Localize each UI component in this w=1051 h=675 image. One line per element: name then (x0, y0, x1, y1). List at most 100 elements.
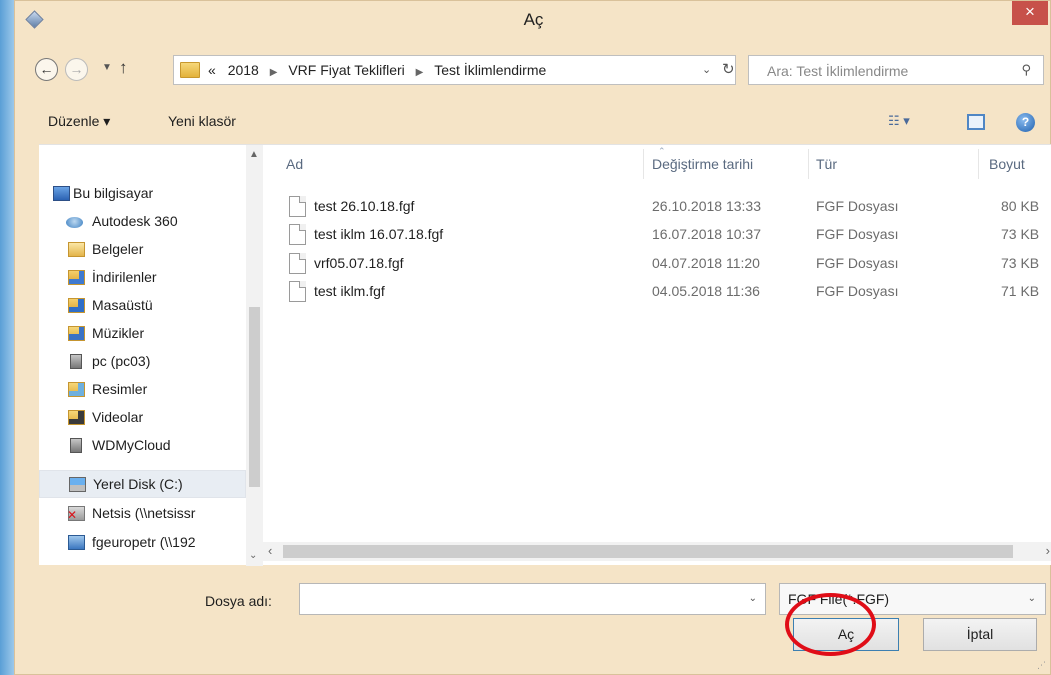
file-row[interactable]: vrf05.07.18.fgf 04.07.2018 11:20 FGF Dos… (263, 250, 1051, 278)
breadcrumb-separator-icon[interactable]: ▶ (270, 67, 278, 78)
scroll-left-icon[interactable]: ‹ (268, 543, 272, 558)
breadcrumb-separator-icon[interactable]: ▶ (416, 67, 424, 78)
search-box[interactable]: Ara: Test İklimlendirme ⚲ (748, 55, 1044, 85)
computer-icon (53, 186, 70, 201)
file-type: FGF Dosyası (816, 226, 899, 242)
nav-item-this-pc[interactable]: Bu bilgisayar (39, 180, 246, 208)
nav-item-documents[interactable]: Belgeler (39, 236, 246, 264)
breadcrumb: « 2018 ▶ VRF Fiyat Teklifleri ▶ Test İkl… (208, 62, 546, 78)
nav-item-label: Autodesk 360 (92, 213, 178, 229)
file-name: test 26.10.18.fgf (314, 198, 415, 214)
nav-item-label: Belgeler (92, 241, 144, 257)
nav-item-pictures[interactable]: Resimler (39, 376, 246, 404)
column-divider[interactable] (978, 149, 979, 179)
documents-folder-icon (68, 242, 85, 257)
view-options-icon[interactable]: ☷ ▾ (888, 113, 910, 129)
scrollbar-thumb[interactable] (283, 545, 1013, 558)
column-header-modified[interactable]: Değiştirme tarihi (652, 156, 753, 172)
network-computer-icon (70, 354, 82, 369)
nav-item-label: Müzikler (92, 325, 145, 341)
nav-item-label: Bu bilgisayar (73, 185, 154, 201)
breadcrumb-item[interactable]: Test İklimlendirme (434, 62, 546, 78)
close-button[interactable]: × (1012, 1, 1048, 25)
file-row[interactable]: test iklm 16.07.18.fgf 16.07.2018 10:37 … (263, 221, 1051, 249)
breadcrumb-overflow[interactable]: « (208, 62, 216, 78)
scroll-right-icon[interactable]: › (1046, 543, 1050, 558)
command-toolbar: Düzenle ▾ Yeni klasör ☷ ▾ ? (15, 109, 1051, 139)
nav-item-label: Netsis (\\netsissr (92, 505, 196, 521)
column-divider[interactable] (808, 149, 809, 179)
column-header-name[interactable]: Ad (286, 156, 303, 172)
file-row[interactable]: test 26.10.18.fgf 26.10.2018 13:33 FGF D… (263, 193, 1051, 221)
search-input[interactable]: Ara: Test İklimlendirme (767, 63, 908, 79)
organize-menu-button[interactable]: Düzenle ▾ (48, 113, 110, 130)
scroll-up-icon[interactable]: ▲ (249, 149, 259, 160)
file-name-combobox[interactable]: ⌄ (299, 583, 766, 615)
nav-item-label: İndirilenler (92, 269, 157, 285)
nav-item-wdmycloud[interactable]: WDMyCloud (39, 432, 246, 460)
nav-item-desktop[interactable]: Masaüstü (39, 292, 246, 320)
chevron-down-icon[interactable]: ⌄ (702, 63, 711, 76)
nav-item-pc-pc03[interactable]: pc (pc03) (39, 348, 246, 376)
file-row[interactable]: test iklm.fgf 04.05.2018 11:36 FGF Dosya… (263, 278, 1051, 306)
nav-item-netsis[interactable]: Netsis (\\netsissr (39, 500, 246, 528)
forward-button[interactable]: → (65, 58, 88, 81)
new-folder-button[interactable]: Yeni klasör (168, 113, 236, 129)
up-folder-button[interactable]: ↑ (119, 58, 128, 78)
cancel-button[interactable]: İptal (923, 618, 1037, 651)
file-type: FGF Dosyası (816, 198, 899, 214)
column-divider[interactable] (643, 149, 644, 179)
column-header-type[interactable]: Tür (816, 156, 837, 172)
file-modified: 16.07.2018 10:37 (652, 226, 761, 242)
file-type-filter-value: FGF File(*.FGF) (788, 591, 890, 607)
preview-pane-icon[interactable] (967, 114, 985, 130)
address-row: ← → ▼ ↑ « 2018 ▶ VRF Fiyat Teklifleri ▶ … (15, 51, 1051, 89)
music-folder-icon (68, 326, 85, 341)
file-modified: 04.05.2018 11:36 (652, 283, 760, 299)
window-title: Aç (523, 10, 544, 29)
column-header-size[interactable]: Boyut (989, 156, 1025, 172)
scrollbar-thumb[interactable] (249, 307, 260, 487)
downloads-folder-icon (68, 270, 85, 285)
horizontal-scrollbar[interactable]: ‹ › (263, 542, 1051, 561)
nav-item-local-disk-c[interactable]: Yerel Disk (C:) (39, 470, 246, 498)
resize-grip-icon[interactable]: ⋰ (1037, 660, 1046, 671)
file-name: vrf05.07.18.fgf (314, 255, 404, 271)
chevron-down-icon[interactable]: ⌄ (749, 593, 757, 604)
file-type-filter-select[interactable]: FGF File(*.FGF) ⌄ (779, 583, 1046, 615)
navigation-scrollbar[interactable]: ▲ ⌄ (246, 145, 263, 566)
file-list: ⌃ Ad Değiştirme tarihi Tür Boyut test 26… (263, 145, 1051, 566)
open-file-dialog: Aç × ← → ▼ ↑ « 2018 ▶ VRF Fiyat Teklifle… (14, 0, 1051, 675)
nav-item-label: WDMyCloud (92, 437, 171, 453)
cloud-icon (66, 217, 83, 228)
file-name-label: Dosya adı: (205, 593, 272, 609)
local-disk-icon (69, 477, 86, 492)
search-icon[interactable]: ⚲ (1021, 62, 1031, 78)
refresh-icon[interactable]: ↻ (722, 60, 735, 78)
help-icon[interactable]: ? (1016, 113, 1035, 132)
title-bar: Aç × (15, 1, 1051, 39)
breadcrumb-item[interactable]: 2018 (228, 62, 259, 78)
chevron-down-icon[interactable]: ⌄ (1028, 593, 1036, 604)
open-button[interactable]: Aç (793, 618, 899, 651)
file-modified: 04.07.2018 11:20 (652, 255, 760, 271)
scroll-down-icon[interactable]: ⌄ (249, 550, 257, 561)
file-icon (289, 196, 306, 217)
nav-item-autodesk-360[interactable]: Autodesk 360 (39, 208, 246, 236)
nav-item-label: Resimler (92, 381, 148, 397)
back-button[interactable]: ← (35, 58, 58, 81)
nav-item-music[interactable]: Müzikler (39, 320, 246, 348)
file-modified: 26.10.2018 13:33 (652, 198, 761, 214)
recent-locations-icon[interactable]: ▼ (102, 62, 112, 73)
file-name-input[interactable] (304, 585, 734, 613)
nav-item-downloads[interactable]: İndirilenler (39, 264, 246, 292)
nav-item-label: pc (pc03) (92, 353, 151, 369)
file-size: 73 KB (1001, 226, 1040, 242)
disconnected-drive-icon (67, 506, 85, 521)
address-bar[interactable]: « 2018 ▶ VRF Fiyat Teklifleri ▶ Test İkl… (173, 55, 736, 85)
videos-folder-icon (68, 410, 85, 425)
nav-item-videos[interactable]: Videolar (39, 404, 246, 432)
file-size: 71 KB (1001, 283, 1040, 299)
breadcrumb-item[interactable]: VRF Fiyat Teklifleri (288, 62, 404, 78)
nav-item-fgeuropetr[interactable]: fgeuropetr (\\192 (39, 529, 246, 557)
